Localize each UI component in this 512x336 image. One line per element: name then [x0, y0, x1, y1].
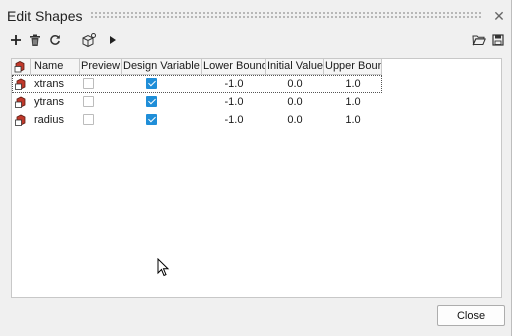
add-icon[interactable]: [8, 32, 24, 48]
design-variable-checkbox[interactable]: [146, 78, 157, 89]
header-design-variable[interactable]: Design Variable: [122, 59, 202, 75]
design-variable-checkbox[interactable]: [146, 96, 157, 107]
row-upper-bound[interactable]: 1.0: [324, 93, 382, 111]
title-bar[interactable]: Edit Shapes ✕: [0, 0, 512, 30]
preview-checkbox[interactable]: [83, 114, 94, 125]
row-upper-bound[interactable]: 1.0: [324, 111, 382, 129]
close-x-icon[interactable]: ✕: [492, 9, 506, 23]
save-icon[interactable]: [490, 32, 506, 48]
table-row[interactable]: radius -1.0 0.0 1.0: [12, 111, 382, 129]
table-row[interactable]: ytrans -1.0 0.0 1.0: [12, 93, 382, 111]
design-variable-checkbox[interactable]: [146, 114, 157, 125]
close-button[interactable]: Close: [437, 305, 505, 326]
row-lower-bound[interactable]: -1.0: [202, 93, 266, 111]
preview-checkbox[interactable]: [83, 78, 94, 89]
header-initial-value[interactable]: Initial Value: [266, 59, 324, 75]
table-header: Name Preview Design Variable Lower Bound…: [12, 59, 382, 75]
row-name: radius: [34, 114, 64, 126]
row-name: xtrans: [34, 78, 64, 90]
shape-icon[interactable]: [14, 95, 28, 109]
shapes-table: Name Preview Design Variable Lower Bound…: [11, 58, 502, 298]
row-lower-bound[interactable]: -1.0: [202, 75, 266, 93]
row-initial-value[interactable]: 0.0: [266, 111, 324, 129]
shape-cube-icon[interactable]: [80, 32, 98, 48]
refresh-icon[interactable]: [47, 32, 63, 48]
header-lower-bound[interactable]: Lower Bound: [202, 59, 266, 75]
play-icon[interactable]: [105, 32, 121, 48]
delete-icon[interactable]: [27, 32, 43, 48]
shape-icon[interactable]: [14, 77, 28, 91]
toolbar: [0, 32, 512, 50]
row-initial-value[interactable]: 0.0: [266, 75, 324, 93]
header-upper-bound[interactable]: Upper Bound: [324, 59, 382, 75]
row-name: ytrans: [34, 96, 64, 108]
table-row[interactable]: xtrans -1.0 0.0 1.0: [12, 75, 382, 93]
row-lower-bound[interactable]: -1.0: [202, 111, 266, 129]
edit-shapes-dialog: Edit Shapes ✕ Name Preview Design Variab…: [0, 0, 512, 336]
dialog-title: Edit Shapes: [7, 8, 83, 24]
row-initial-value[interactable]: 0.0: [266, 93, 324, 111]
header-preview[interactable]: Preview: [80, 59, 122, 75]
header-name[interactable]: Name: [31, 59, 80, 75]
open-folder-icon[interactable]: [471, 32, 487, 48]
shape-icon[interactable]: [14, 113, 28, 127]
row-upper-bound[interactable]: 1.0: [324, 75, 382, 93]
drag-grip[interactable]: [90, 11, 482, 19]
mouse-cursor-icon: [157, 258, 170, 277]
header-icon-column: [12, 59, 31, 75]
preview-checkbox[interactable]: [83, 96, 94, 107]
